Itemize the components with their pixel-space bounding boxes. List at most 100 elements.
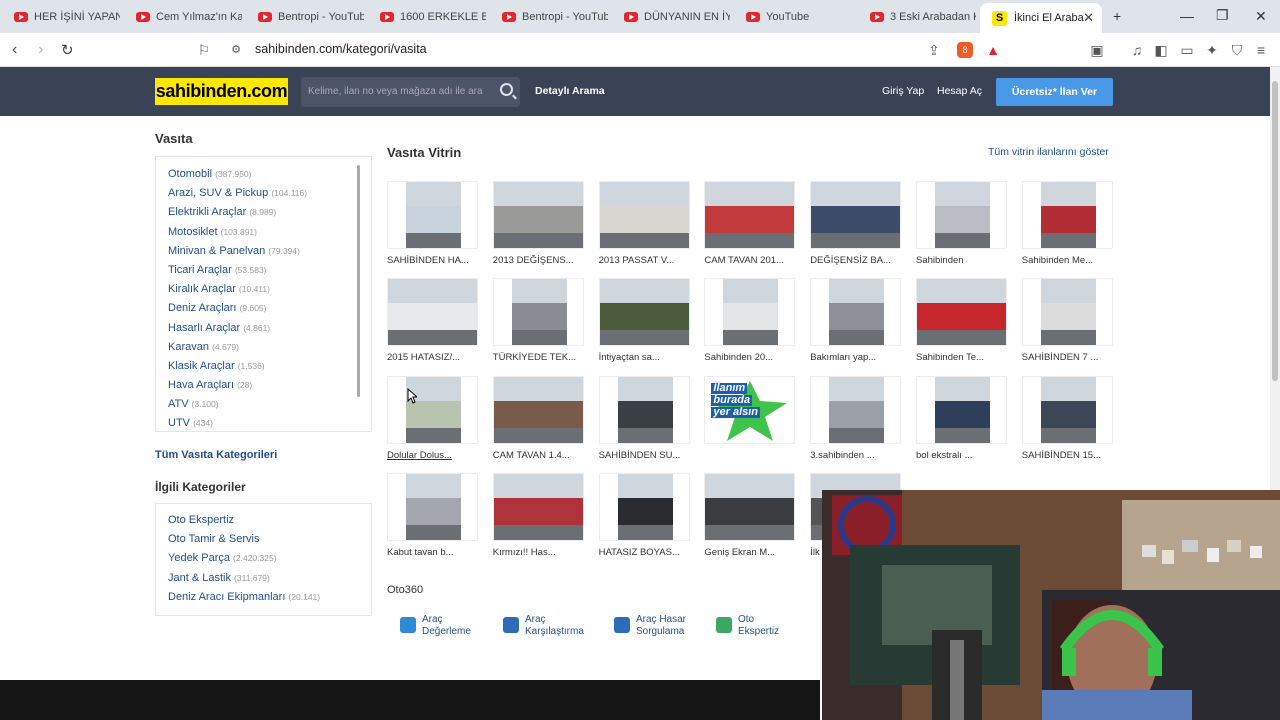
listing-caption[interactable]: SAHİBİNDEN 7 ... bbox=[1022, 352, 1122, 363]
menu-icon[interactable]: ≡ bbox=[1253, 42, 1269, 58]
page-scrollbar-thumb[interactable] bbox=[1272, 81, 1278, 381]
rewards-icon[interactable]: ▲ bbox=[985, 42, 1001, 58]
listing-thumbnail[interactable] bbox=[916, 181, 1007, 249]
sidebar-toggle-icon[interactable]: ◧ bbox=[1153, 42, 1169, 58]
listing-caption[interactable]: TÜRKİYEDE TEK... bbox=[493, 352, 593, 363]
category-item[interactable]: Motosiklet (103.891) bbox=[168, 223, 307, 242]
listing-caption[interactable]: bol ekstralı ... bbox=[916, 450, 1016, 461]
category-scrollbar[interactable] bbox=[357, 165, 360, 397]
listing-caption[interactable]: Dolular Dolus... bbox=[387, 450, 487, 461]
back-icon[interactable]: ‹ bbox=[12, 41, 17, 59]
browser-tab[interactable]: DÜNYANIN EN İYİ bbox=[610, 4, 730, 30]
reader-icon[interactable]: ▣ bbox=[1089, 42, 1105, 58]
listing-thumbnail[interactable] bbox=[810, 181, 902, 249]
listing-card[interactable]: Sahibinden Me... bbox=[1021, 181, 1113, 271]
category-item[interactable]: Karavan (4.679) bbox=[168, 338, 307, 357]
maximize-icon[interactable]: ❐ bbox=[1216, 7, 1229, 24]
related-category-item[interactable]: Oto Ekspertiz bbox=[168, 514, 234, 526]
category-item[interactable]: Deniz Araçları (9.605) bbox=[168, 299, 307, 318]
bookmark-icon[interactable]: ⚐ bbox=[196, 42, 212, 58]
browser-tab[interactable]: 3 Eski Arabadan K bbox=[856, 4, 976, 30]
listing-card[interactable]: 2013 PASSAT V... bbox=[598, 181, 690, 271]
related-category-item[interactable]: Deniz Aracı Ekipmanları (20.141) bbox=[168, 591, 320, 603]
listing-thumbnail[interactable] bbox=[598, 181, 690, 249]
listing-card[interactable]: Geniş Ekran M... bbox=[704, 472, 796, 563]
listing-card[interactable]: CAM TAVAN 201... bbox=[704, 181, 796, 271]
category-item[interactable]: Hava Araçları (28) bbox=[168, 376, 307, 395]
listing-thumbnail[interactable] bbox=[810, 375, 902, 444]
listing-card[interactable]: Sahibinden Te... bbox=[916, 278, 1007, 368]
browser-tab[interactable]: Bentropi - YouTub bbox=[244, 4, 364, 30]
listing-caption[interactable]: CAM TAVAN 1.4... bbox=[493, 450, 593, 461]
minimize-icon[interactable]: — bbox=[1180, 8, 1194, 24]
forward-icon[interactable]: › bbox=[38, 41, 43, 59]
listing-thumbnail[interactable] bbox=[598, 375, 690, 444]
listing-thumbnail[interactable] bbox=[598, 472, 690, 541]
ai-icon[interactable]: ✦ bbox=[1204, 42, 1220, 58]
listing-card[interactable]: bol ekstralı ... bbox=[916, 375, 1007, 466]
show-all-vitrin-link[interactable]: Tüm vitrin ilanlarını göster bbox=[988, 146, 1109, 158]
site-info-icon[interactable]: ⚙ bbox=[228, 42, 244, 58]
listing-card[interactable]: 2015 HATASIZ/... bbox=[387, 278, 478, 368]
listing-thumbnail[interactable] bbox=[492, 181, 584, 249]
vpn-icon[interactable]: ⛉ bbox=[1229, 42, 1245, 58]
category-item[interactable]: Elektrikli Araçlar (8.989) bbox=[168, 203, 307, 222]
browser-tab[interactable]: Bentropi - YouTub bbox=[488, 4, 608, 30]
listing-caption[interactable]: 2013 DEĞİŞENS... bbox=[493, 255, 593, 266]
listing-thumbnail[interactable]: İlanımburadayer alsın bbox=[704, 375, 796, 444]
listing-caption[interactable]: Sahibinden Me... bbox=[1022, 255, 1122, 266]
listing-card[interactable]: SAHİBİNDEN 15... bbox=[1021, 375, 1113, 466]
listing-card[interactable]: İntiyaçtan sa... bbox=[598, 278, 690, 368]
listing-caption[interactable]: Geniş Ekran M... bbox=[704, 547, 804, 558]
login-link[interactable]: Giriş Yap bbox=[882, 85, 924, 97]
listing-card[interactable]: 2013 DEĞİŞENS... bbox=[492, 181, 584, 271]
listing-card[interactable]: SAHİBİNDEN 7 ... bbox=[1021, 278, 1113, 368]
listing-caption[interactable]: DEĞİŞENSİZ BA... bbox=[810, 255, 910, 266]
listing-card[interactable]: SAHİBİNDEN HA... bbox=[387, 181, 478, 271]
listing-card[interactable]: İlanımburadayer alsın bbox=[704, 375, 796, 466]
all-categories-link[interactable]: Tüm Vasıta Kategorileri bbox=[155, 449, 277, 461]
listing-card[interactable]: 3.sahibinden ... bbox=[810, 375, 902, 466]
listing-thumbnail[interactable] bbox=[598, 278, 690, 347]
listing-thumbnail[interactable] bbox=[492, 472, 584, 541]
category-item[interactable]: Klasik Araçlar (1.536) bbox=[168, 357, 307, 376]
listing-caption[interactable]: Kabut tavan b... bbox=[387, 547, 487, 558]
browser-tab[interactable]: HER İŞİNİ YAPAN Z bbox=[0, 4, 120, 30]
category-item[interactable]: Otomobil (387.950) bbox=[168, 165, 307, 184]
browser-tab[interactable]: Cem Yılmaz'ın Kat bbox=[122, 4, 242, 30]
listing-card[interactable]: Bakımları yap... bbox=[810, 278, 902, 368]
listing-thumbnail[interactable] bbox=[916, 375, 1007, 444]
listing-thumbnail[interactable] bbox=[1021, 278, 1113, 347]
category-item[interactable]: Kiralık Araçlar (10.411) bbox=[168, 280, 307, 299]
listing-thumbnail[interactable] bbox=[704, 472, 796, 541]
related-category-item[interactable]: Oto Tamir & Servis bbox=[168, 533, 260, 545]
site-logo[interactable]: sahibinden.com bbox=[155, 78, 288, 105]
listing-caption[interactable]: Sahibinden bbox=[916, 255, 1016, 266]
listing-caption[interactable]: Sahibinden Te... bbox=[916, 352, 1016, 363]
listing-thumbnail[interactable] bbox=[916, 278, 1007, 347]
category-item[interactable]: ATV (3.100) bbox=[168, 395, 307, 414]
listing-card[interactable]: Sahibinden bbox=[916, 181, 1007, 271]
listing-thumbnail[interactable] bbox=[387, 472, 478, 541]
post-ad-button[interactable]: Ücretsiz* İlan Ver bbox=[996, 78, 1113, 106]
reload-icon[interactable]: ↻ bbox=[61, 41, 74, 59]
detailed-search-link[interactable]: Detaylı Arama bbox=[535, 85, 605, 97]
listing-caption[interactable]: SAHİBİNDEN 15... bbox=[1022, 450, 1122, 461]
listing-caption[interactable]: CAM TAVAN 201... bbox=[704, 255, 804, 266]
related-category-item[interactable]: Yedek Parça (2.420.325) bbox=[168, 552, 277, 564]
listing-caption[interactable]: İntiyaçtan sa... bbox=[599, 352, 699, 363]
listing-card[interactable]: DEĞİŞENSİZ BA... bbox=[810, 181, 902, 271]
register-link[interactable]: Hesap Aç bbox=[937, 85, 982, 97]
listing-card[interactable]: CAM TAVAN 1.4... bbox=[492, 375, 584, 466]
related-category-item[interactable]: Jant & Lastik (311.679) bbox=[168, 572, 270, 584]
search-icon[interactable] bbox=[500, 83, 513, 96]
listing-caption[interactable]: Bakımları yap... bbox=[810, 352, 910, 363]
listing-card[interactable]: Kabut tavan b... bbox=[387, 472, 478, 563]
browser-tab-active[interactable]: S İkinci El Araba ✕ bbox=[980, 3, 1102, 33]
listing-thumbnail[interactable] bbox=[387, 278, 478, 347]
listing-thumbnail[interactable] bbox=[1021, 181, 1113, 249]
listing-thumbnail[interactable] bbox=[810, 278, 902, 347]
category-item[interactable]: Ticari Araçlar (53.583) bbox=[168, 261, 307, 280]
category-item[interactable]: Minivan & Panelvan (79.394) bbox=[168, 242, 307, 261]
new-tab-icon[interactable]: + bbox=[1113, 8, 1121, 24]
